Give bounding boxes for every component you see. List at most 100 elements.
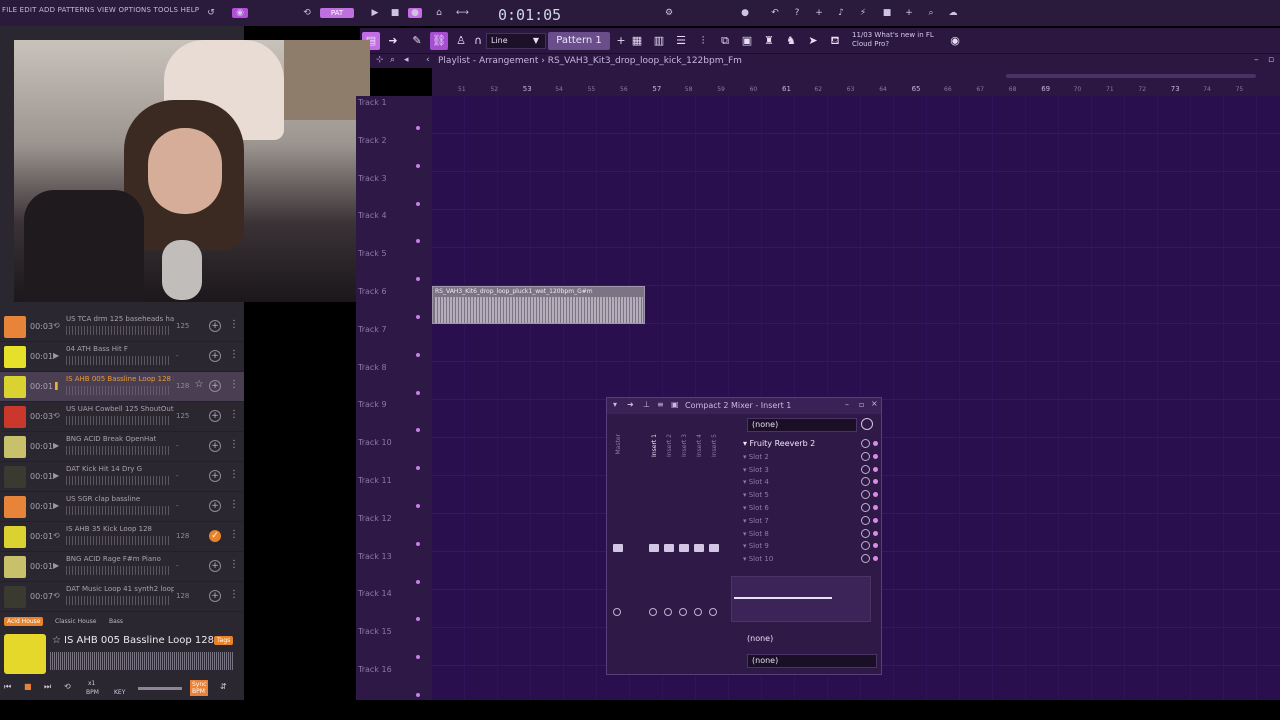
channel-label[interactable]: Insert 5 (711, 434, 718, 457)
channel-label[interactable]: Master (615, 434, 622, 455)
track-mute-led[interactable] (416, 617, 420, 622)
add-sample-button[interactable]: + (209, 380, 221, 392)
add-sample-button[interactable]: + (209, 560, 221, 572)
add-sample-button[interactable]: + (209, 500, 221, 512)
stop-icon[interactable]: ■ (390, 8, 400, 18)
draw-icon[interactable]: ✎ (408, 32, 426, 50)
more-options-icon[interactable]: ⋮ (229, 379, 239, 390)
record-input-icon[interactable]: ● (740, 8, 750, 18)
pan-knob[interactable] (709, 608, 717, 616)
track-name[interactable]: Track 8 (358, 363, 387, 372)
speed-multiplier[interactable]: x1 (88, 680, 95, 687)
effect-slot[interactable]: ▾ Fruity Reeverb 2 (737, 438, 867, 450)
eq-icon[interactable]: ≡ (657, 400, 664, 409)
mixer-titlebar[interactable]: ▾ ➜ ⊥ ≡ ▣ Compact 2 Mixer - Insert 1 – ▫… (607, 398, 881, 414)
mixer-settings-icon[interactable] (861, 418, 873, 430)
tag-bass[interactable]: Bass (106, 617, 126, 626)
track-name[interactable]: Track 10 (358, 438, 392, 447)
patcher-icon[interactable]: ⧉ (716, 32, 734, 50)
news-panel[interactable]: 11/03 What's new in FL Cloud Pro? (852, 31, 942, 49)
browser-row[interactable]: 00:01 ▶ BNG ACID Break OpenHat - + ⋮ (0, 432, 244, 462)
slot-mix-knob[interactable] (873, 479, 878, 485)
track-name[interactable]: Track 15 (358, 627, 392, 636)
effect-slot[interactable]: ▾ Slot 4 (737, 476, 867, 488)
browser-row[interactable]: 00:03 ⟲ US TCA drm 125 baseheads hat 125… (0, 312, 244, 342)
track-name[interactable]: Track 13 (358, 552, 392, 561)
timeline-ruler[interactable]: 51 52 53 54 55 56 57 58 59 60 61 62 63 64 65 66 67 68 69 70… (432, 68, 1280, 96)
channel-rack-icon[interactable]: ☰ (672, 32, 690, 50)
browser-row[interactable]: 00:01 ▶ DAT Kick Hit 14 Dry G - + ⋮ (0, 462, 244, 492)
add-sample-button[interactable]: + (209, 590, 221, 602)
slot-mix-knob[interactable] (873, 441, 878, 446)
arrow-icon[interactable]: ➜ (627, 400, 634, 409)
slot-enable-led[interactable] (861, 503, 870, 512)
track-name[interactable]: Track 11 (358, 476, 392, 485)
slot-mix-knob[interactable] (873, 466, 878, 472)
back-icon[interactable]: ⏮ (4, 682, 11, 692)
export-icon[interactable]: ⇵ (220, 682, 227, 691)
more-options-icon[interactable]: ⋮ (229, 559, 239, 570)
channel-fader[interactable] (613, 544, 623, 552)
snap-dropdown-icon[interactable]: ▼ (530, 32, 542, 50)
more-options-icon[interactable]: ⋮ (229, 349, 239, 360)
countdown-icon[interactable]: ⟷ (456, 8, 469, 18)
piano-roll-icon[interactable]: ▥ (650, 32, 668, 50)
track-name[interactable]: Track 5 (358, 249, 387, 258)
tempo-icon[interactable]: ↺ (206, 8, 216, 18)
effect-slot[interactable]: ▾ Slot 9 (737, 540, 867, 552)
track-mute-led[interactable] (416, 655, 420, 660)
browser-row[interactable]: 00:01 ▶ US SGR clap bassline - + ⋮ (0, 492, 244, 522)
playlist-icon[interactable]: ▦ (628, 32, 646, 50)
stop-all-icon[interactable]: ■ (882, 8, 892, 18)
more-options-icon[interactable]: ⋮ (229, 529, 239, 540)
more-options-icon[interactable]: ⋮ (229, 469, 239, 480)
track-mute-led[interactable] (416, 428, 420, 433)
track-mute-led[interactable] (416, 390, 420, 395)
effect-slot[interactable]: ▾ Slot 3 (737, 464, 867, 476)
track-name[interactable]: Track 9 (358, 400, 387, 409)
track-name[interactable]: Track 16 (358, 665, 392, 674)
shop-icon[interactable]: ⛾ (826, 32, 844, 50)
maximize-icon[interactable]: ▫ (859, 400, 864, 409)
more-options-icon[interactable]: ⋮ (229, 439, 239, 450)
track-mute-led[interactable] (416, 541, 420, 546)
slot-mix-knob[interactable] (873, 453, 878, 459)
add-sample-button[interactable]: + (209, 350, 221, 362)
link-icon[interactable]: ⛓ (430, 32, 448, 50)
effect-slot[interactable]: ▾ Slot 7 (737, 515, 867, 527)
slot-enable-led[interactable] (861, 528, 870, 538)
audio-clip[interactable]: RS_VAH3_Kit6_drop_loop_pluck1_wet_120bpm… (432, 286, 645, 324)
track-mute-led[interactable] (416, 693, 420, 697)
effect-slot[interactable]: ▾ Slot 6 (737, 502, 867, 514)
track-mute-led[interactable] (416, 466, 420, 471)
track-mute-led[interactable] (416, 239, 420, 244)
pan-knob[interactable] (694, 608, 702, 616)
slot-enable-led[interactable] (861, 451, 870, 461)
track-name[interactable]: Track 14 (358, 589, 392, 598)
add-sample-button[interactable]: + (209, 440, 221, 452)
track-mute-led[interactable] (416, 126, 420, 130)
channel-fader[interactable] (649, 544, 659, 552)
pan-knob[interactable] (679, 608, 687, 616)
slot-enable-led[interactable] (861, 541, 870, 551)
slot-enable-led[interactable] (861, 439, 870, 448)
touch-keyboard-icon[interactable]: ♞ (782, 32, 800, 50)
add-sample-button[interactable]: + (209, 320, 221, 332)
mixer-menu-icon[interactable]: ▾ (613, 400, 617, 409)
mic-icon[interactable]: ♪ (836, 8, 846, 18)
slot-enable-led[interactable] (861, 515, 870, 525)
preset-dropdown[interactable]: (none) (747, 418, 857, 432)
slot-mix-knob[interactable] (873, 530, 878, 536)
channel-fader[interactable] (679, 544, 689, 552)
pan-knob[interactable] (613, 608, 621, 616)
speaker-icon[interactable]: ◂ (404, 55, 409, 65)
sync-bpm-button[interactable]: Sync BPM (190, 680, 208, 696)
track-mute-led[interactable] (416, 277, 420, 282)
next-icon[interactable]: ⏭ (44, 682, 51, 692)
volume-slider[interactable] (138, 687, 182, 690)
track-mute-led[interactable] (416, 352, 420, 357)
minimize-icon[interactable]: – (845, 400, 849, 409)
channel-label[interactable]: Insert 2 (666, 434, 673, 457)
track-mute-led[interactable] (416, 201, 420, 206)
browser-toggle-icon[interactable]: ▣ (738, 32, 756, 50)
